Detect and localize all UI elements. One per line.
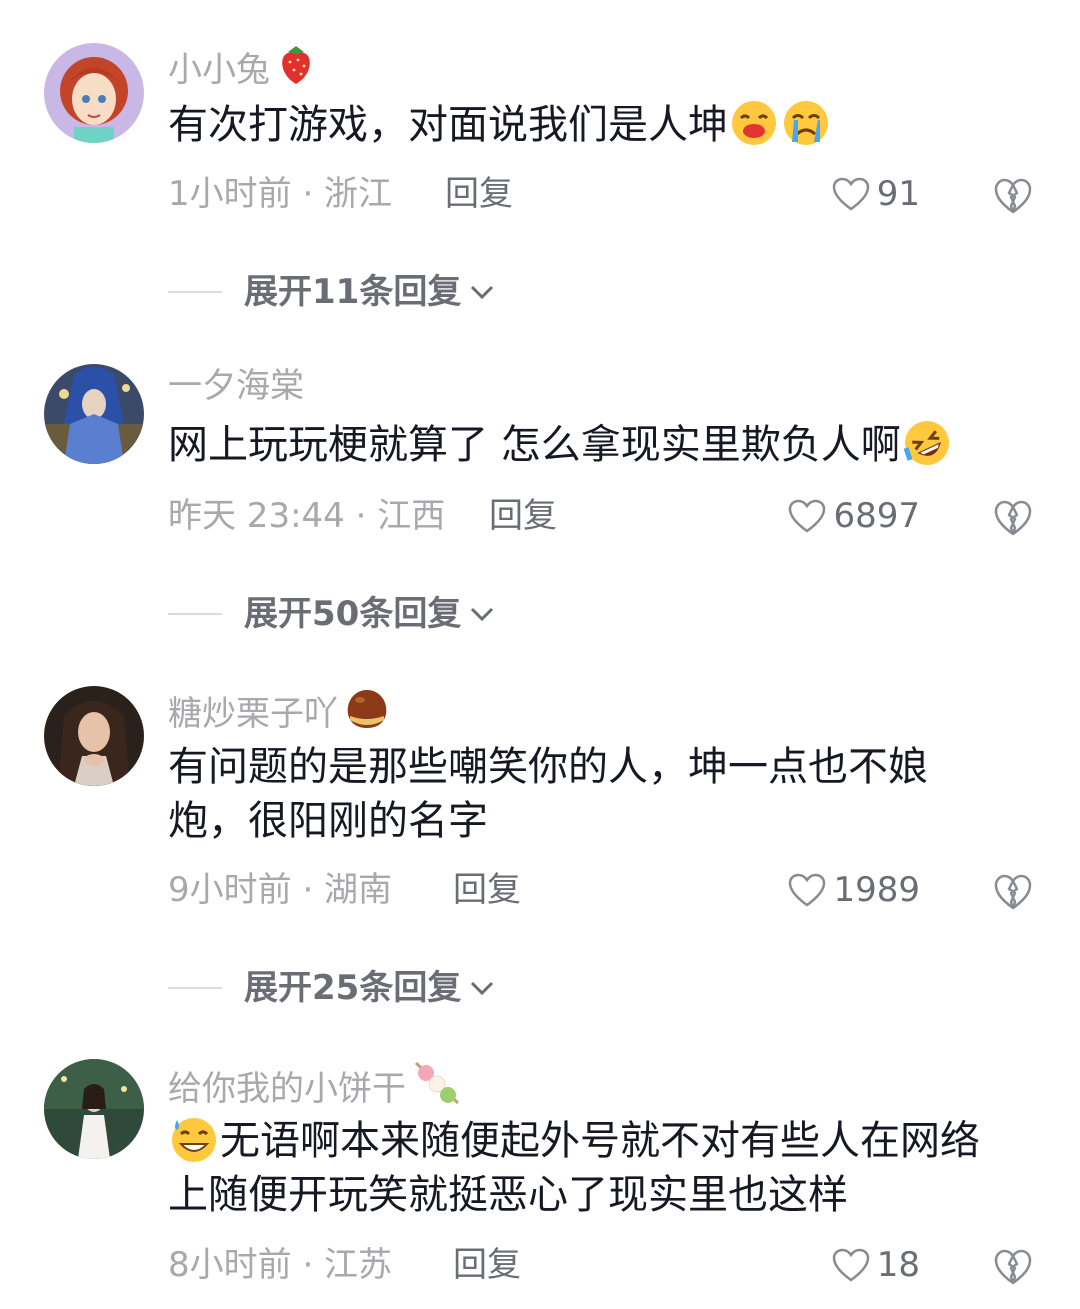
comment-text-line: 上随便开玩笑就挺恶心了现实里也这样 — [168, 1172, 848, 1218]
reply-button[interactable]: 回复 — [489, 494, 557, 538]
comment-text: 有问题的是那些嘲笑你的人，坤一点也不娘 炮，很阳刚的名字 — [168, 740, 1048, 848]
like-count: 6897 — [833, 496, 920, 536]
expand-replies-label: 展开50条回复 — [244, 594, 462, 634]
broken-heart-icon[interactable] — [993, 498, 1033, 538]
like-count: 18 — [876, 1245, 920, 1285]
heart-icon — [832, 1248, 869, 1282]
sweat-smile-emoji — [172, 1118, 216, 1162]
username[interactable]: 给你我的小饼干 — [168, 1059, 462, 1118]
expand-replies-button[interactable]: 展开11条回复 — [168, 270, 495, 314]
comment-text: 有次打游戏，对面说我们是人坤 — [168, 98, 1048, 152]
chestnut-icon — [344, 686, 390, 741]
like-count: 1989 — [833, 870, 920, 910]
heart-icon — [832, 177, 869, 211]
comment-time-location: 9小时前 · 湖南 — [168, 870, 393, 910]
divider-line — [168, 291, 222, 293]
username[interactable]: 小小兔 — [168, 42, 316, 97]
chevron-down-icon — [471, 981, 494, 996]
expand-replies-label: 展开11条回复 — [244, 272, 462, 312]
kiss-emoji — [732, 101, 776, 145]
username[interactable]: 糖炒栗子吖 — [168, 686, 390, 741]
username-text: 糖炒栗子吖 — [168, 693, 338, 734]
avatar[interactable] — [44, 1059, 144, 1159]
comment-list: 小小兔 有次打游戏，对面说我们是人坤 1小时前 · 浙江 回复 91 展开11条… — [0, 0, 1080, 1309]
like-count: 91 — [876, 174, 920, 214]
expand-replies-label: 展开25条回复 — [244, 968, 462, 1008]
reply-button[interactable]: 回复 — [453, 1243, 521, 1287]
divider-line — [168, 987, 222, 989]
reply-button[interactable]: 回复 — [453, 868, 521, 912]
divider-line — [168, 613, 222, 615]
comment-text-line-part: 无语啊本来随便起外号就不对有些人在网络 — [220, 1118, 980, 1164]
broken-heart-icon[interactable] — [993, 872, 1033, 912]
rofl-emoji — [903, 421, 949, 465]
comment-time-location: 8小时前 · 江苏 — [168, 1245, 393, 1285]
heart-icon — [789, 499, 826, 533]
chevron-down-icon — [471, 285, 494, 300]
expand-replies-button[interactable]: 展开25条回复 — [168, 966, 495, 1010]
like-button[interactable]: 18 — [831, 1243, 920, 1287]
comment-text-line: 有次打游戏，对面说我们是人坤 — [168, 102, 728, 148]
crying-emoji — [784, 101, 828, 145]
comment-text-line: 有问题的是那些嘲笑你的人，坤一点也不娘 — [168, 744, 928, 790]
strawberry-icon — [276, 42, 316, 97]
chevron-down-icon — [471, 607, 494, 622]
username-text: 给你我的小饼干 — [168, 1068, 406, 1109]
like-button[interactable]: 1989 — [787, 868, 920, 912]
comment-text-line: 无语啊本来随便起外号就不对有些人在网络 — [168, 1114, 1048, 1168]
like-button[interactable]: 91 — [831, 172, 920, 216]
comment-text: 无语啊本来随便起外号就不对有些人在网络 上随便开玩笑就挺恶心了现实里也这样 — [168, 1114, 1048, 1222]
dango-icon — [412, 1059, 462, 1118]
username[interactable]: 一夕海棠 — [168, 364, 304, 408]
comment-time-location: 1小时前 · 浙江 — [168, 174, 393, 214]
broken-heart-icon[interactable] — [993, 176, 1033, 216]
avatar[interactable] — [44, 43, 144, 143]
avatar[interactable] — [44, 364, 144, 464]
heart-icon — [789, 873, 826, 907]
comment-time-location: 昨天 23:44 · 江西 — [168, 496, 446, 536]
comment-text: 网上玩玩梗就算了 怎么拿现实里欺负人啊 — [168, 418, 1048, 472]
avatar[interactable] — [44, 686, 144, 786]
reply-button[interactable]: 回复 — [445, 172, 513, 216]
like-button[interactable]: 6897 — [787, 494, 920, 538]
username-text: 小小兔 — [168, 49, 270, 90]
comment-text-line: 炮，很阳刚的名字 — [168, 798, 488, 844]
expand-replies-button[interactable]: 展开50条回复 — [168, 592, 495, 636]
comment-text-line: 网上玩玩梗就算了 怎么拿现实里欺负人啊 — [168, 422, 901, 468]
broken-heart-icon[interactable] — [993, 1247, 1033, 1287]
